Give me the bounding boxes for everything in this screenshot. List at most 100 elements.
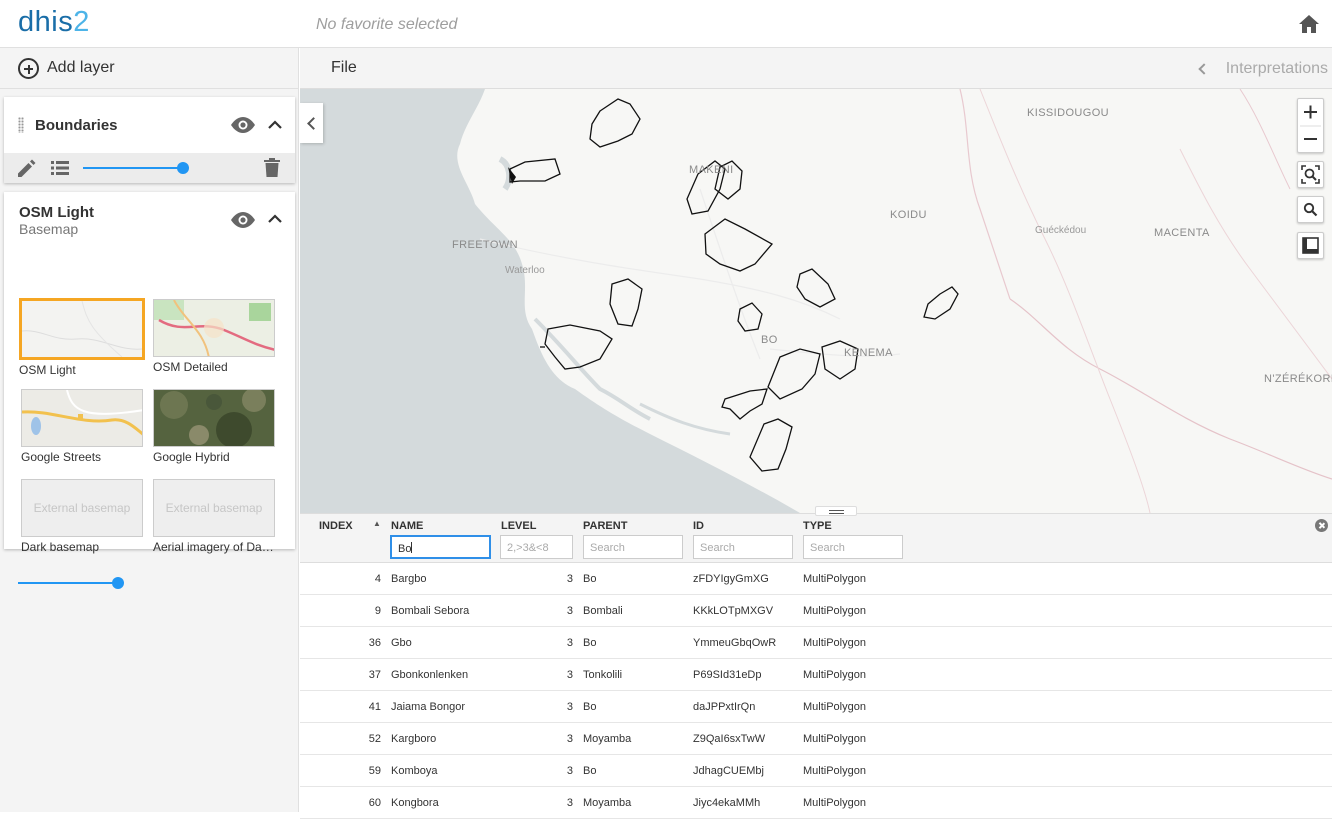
cell-level: 3 (566, 765, 573, 777)
resize-handle[interactable] (815, 506, 857, 516)
zoom-extent-icon (1301, 165, 1320, 184)
drag-handle-icon[interactable] (18, 117, 24, 133)
cell-id: Jiyc4ekaMMh (693, 797, 761, 809)
cell-name: Komboya (391, 765, 438, 777)
column-header-name[interactable]: NAME (391, 520, 423, 532)
search-button[interactable] (1297, 196, 1324, 223)
basemap-option-aerial[interactable]: External basemap Aerial imagery of Dar..… (153, 479, 277, 554)
layers-panel: Add layer Boundaries OSM Light Basemap O… (0, 48, 299, 812)
cell-index: 59 (368, 765, 381, 777)
basemap-label: OSM Detailed (153, 360, 228, 374)
level-filter-input[interactable]: 2,>3&<8 (500, 535, 573, 559)
basemap-option-google-streets[interactable]: Google Streets (21, 389, 145, 464)
basemap-label: OSM Light (19, 363, 76, 377)
slider-knob[interactable] (177, 162, 189, 174)
cell-type: MultiPolygon (803, 637, 866, 649)
cell-name: Jaiama Bongor (391, 701, 465, 713)
column-header-type[interactable]: TYPE (803, 520, 832, 532)
table-header: INDEX ▲ NAME LEVEL PARENT ID TYPE Bo 2,>… (300, 514, 1332, 563)
cell-type: MultiPolygon (803, 733, 866, 745)
map-label: KOIDU (890, 209, 927, 221)
basemap-label: Aerial imagery of Dar... (153, 540, 275, 554)
table-row[interactable]: 59 Komboya 3 Bo JdhagCUEMbj MultiPolygon (300, 755, 1332, 787)
cell-parent: Bo (583, 701, 597, 713)
cell-level: 3 (566, 573, 573, 585)
collapse-panel-button[interactable] (300, 103, 323, 143)
cell-parent: Bombali (583, 605, 623, 617)
edit-pencil-icon[interactable] (18, 159, 36, 177)
cell-id: Z9QaI6sxTwW (693, 733, 766, 745)
file-menu[interactable]: File (331, 59, 357, 77)
map-label: MACENTA (1154, 227, 1210, 239)
home-icon[interactable] (1299, 15, 1319, 33)
type-filter-input[interactable]: Search (803, 535, 903, 559)
name-filter-input[interactable]: Bo (390, 535, 491, 559)
slider-track (83, 167, 184, 169)
fit-bounds-button[interactable] (1297, 161, 1324, 188)
cell-level: 3 (566, 797, 573, 809)
cell-index: 9 (374, 605, 381, 617)
slider-knob[interactable] (112, 577, 124, 589)
cell-index: 60 (368, 797, 381, 809)
column-header-index[interactable]: INDEX (319, 520, 353, 532)
basemap-option-osm-light[interactable]: OSM Light (19, 298, 145, 377)
basemap-label: Google Hybrid (153, 450, 230, 464)
delete-trash-icon[interactable] (264, 158, 280, 177)
add-layer-button[interactable]: Add layer (0, 48, 298, 89)
cell-parent: Tonkolili (583, 669, 623, 681)
data-table-icon[interactable] (51, 160, 69, 176)
ruler-icon (1302, 237, 1319, 254)
cell-parent: Bo (583, 765, 597, 777)
zoom-control (1297, 98, 1324, 153)
column-header-id[interactable]: ID (693, 520, 704, 532)
cell-id: KKkLOTpMXGV (693, 605, 774, 617)
parent-filter-input[interactable]: Search (583, 535, 683, 559)
table-row[interactable]: 37 Gbonkonlenken 3 Tonkolili P69SId31eDp Mult… (300, 659, 1332, 691)
measure-button[interactable] (1297, 232, 1324, 259)
map-label: N'ZÉRÉKORÉ (1264, 373, 1332, 385)
interpretations-toggle[interactable]: Interpretations (1198, 60, 1328, 78)
chevron-up-icon[interactable] (268, 120, 282, 130)
basemap-thumbnail-placeholder: External basemap (153, 479, 275, 537)
cell-name: Kargboro (391, 733, 437, 745)
cell-level: 3 (566, 669, 573, 681)
cell-id: daJPPxtIrQn (693, 701, 756, 713)
cell-level: 3 (566, 605, 573, 617)
visibility-eye-icon[interactable] (231, 212, 255, 228)
cell-index: 52 (368, 733, 381, 745)
cell-level: 3 (566, 733, 573, 745)
table-row[interactable]: 52 Kargboro 3 Moyamba Z9QaI6sxTwW MultiPolygo… (300, 723, 1332, 755)
id-filter-input[interactable]: Search (693, 535, 793, 559)
basemap-option-dark[interactable]: External basemap Dark basemap (21, 479, 145, 554)
basemap-title: OSM Light (19, 204, 94, 221)
visibility-eye-icon[interactable] (231, 117, 255, 133)
cell-parent: Moyamba (583, 797, 632, 809)
basemap-option-google-hybrid[interactable]: Google Hybrid (153, 389, 277, 464)
basemap-thumbnail (21, 389, 143, 447)
dhis2-logo[interactable]: dhis2 (18, 6, 90, 39)
basemap-subtitle: Basemap (19, 221, 79, 237)
table-row[interactable]: 36 Gbo 3 Bo YmmeuGbqOwR MultiPolygon (300, 627, 1332, 659)
cell-name: Gbonkonlenken (391, 669, 469, 681)
sort-arrow-icon: ▲ (373, 519, 381, 528)
zoom-out-icon[interactable] (1304, 138, 1317, 140)
basemap-option-osm-detailed[interactable]: OSM Detailed (153, 299, 277, 374)
map-label: BO (761, 334, 778, 346)
map-canvas[interactable]: KISSIDOUGOU MAKENI KOIDU FREETOWN Guécké… (300, 89, 1332, 513)
column-header-parent[interactable]: PARENT (583, 520, 627, 532)
map-label: KENEMA (844, 347, 893, 359)
close-table-icon[interactable] (1315, 519, 1328, 532)
table-row[interactable]: 60 Kongbora 3 Moyamba Jiyc4ekaMMh MultiPolygo… (300, 787, 1332, 819)
column-header-level[interactable]: LEVEL (501, 520, 536, 532)
table-row[interactable]: 41 Jaiama Bongor 3 Bo daJPPxtIrQn MultiPolygo… (300, 691, 1332, 723)
table-row[interactable]: 9 Bombali Sebora 3 Bombali KKkLOTpMXGV MultiP… (300, 595, 1332, 627)
zoom-in-icon[interactable] (1304, 105, 1317, 119)
map-label: Waterloo (505, 265, 545, 276)
layer-title: Boundaries (35, 117, 118, 134)
chevron-up-icon[interactable] (268, 214, 282, 224)
basemap-thumbnail (19, 298, 145, 360)
slider-track (18, 582, 118, 584)
data-table: INDEX ▲ NAME LEVEL PARENT ID TYPE Bo 2,>… (300, 506, 1332, 819)
cell-type: MultiPolygon (803, 605, 866, 617)
table-row[interactable]: 4 Bargbo 3 Bo zFDYIgyGmXG MultiPolygon (300, 563, 1332, 595)
